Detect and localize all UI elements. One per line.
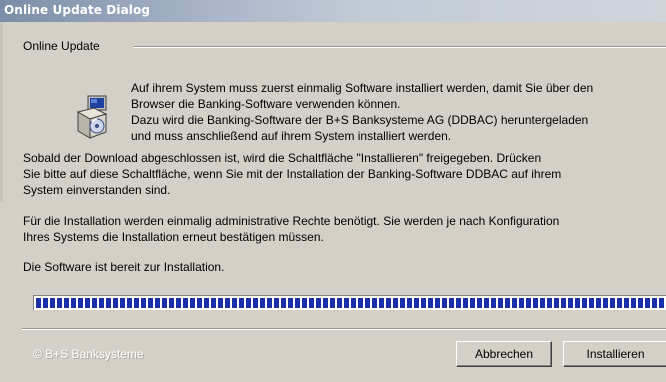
progress-fill	[36, 298, 666, 308]
admin-rights-text: Für die Installation werden einmalig adm…	[23, 213, 666, 245]
intro-line-2: Browser die Banking-Software verwenden k…	[131, 97, 401, 111]
footer-separator	[22, 328, 666, 330]
cancel-button[interactable]: Abbrechen	[456, 341, 552, 367]
group-label: Online Update	[23, 39, 104, 53]
install-button[interactable]: Installieren	[563, 341, 666, 367]
download-progress-bar	[33, 295, 666, 310]
status-text: Die Software ist bereit zur Installation…	[23, 260, 225, 274]
download-info-line-3: System einverstanden sind.	[23, 183, 171, 197]
group-divider	[133, 46, 666, 48]
intro-line-3: Dazu wird die Banking-Software der B+S B…	[131, 113, 589, 127]
download-info-line-2: Sie bitte auf diese Schaltfläche, wenn S…	[23, 167, 562, 181]
download-info-text: Sobald der Download abgeschlossen ist, w…	[23, 150, 666, 198]
title-bar[interactable]: Online Update Dialog	[0, 0, 666, 22]
intro-line-4: und muss anschließend auf ihrem System i…	[131, 129, 452, 143]
window-title: Online Update Dialog	[4, 3, 151, 17]
intro-line-1: Auf ihrem System muss zuerst einmalig So…	[131, 81, 594, 95]
software-setup-icon	[76, 95, 108, 139]
download-info-line-1: Sobald der Download abgeschlossen ist, w…	[23, 151, 542, 165]
admin-rights-line-1: Für die Installation werden einmalig adm…	[23, 214, 560, 228]
intro-text: Auf ihrem System muss zuerst einmalig So…	[131, 80, 666, 144]
copyright-text: © B+S Banksysteme	[33, 347, 144, 361]
window-edge	[0, 22, 3, 202]
admin-rights-line-2: Ihres Systems die Installation erneut be…	[23, 230, 324, 244]
online-update-dialog: Online Update Dialog Online Update Auf i…	[0, 0, 666, 382]
